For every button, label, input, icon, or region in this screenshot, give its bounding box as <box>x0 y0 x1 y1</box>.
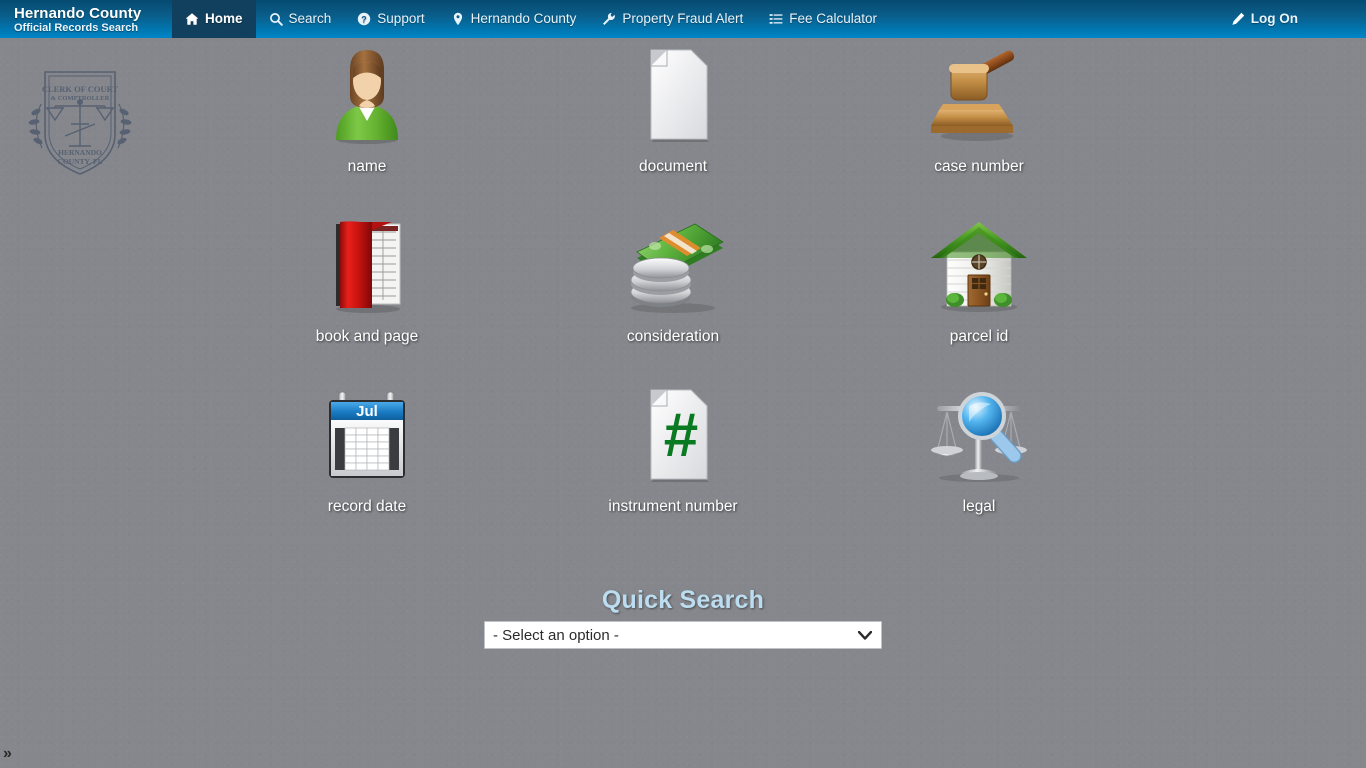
hash-document-icon: # <box>633 378 713 484</box>
nav-item-search-label: Search <box>288 11 332 26</box>
brand-title: Hernando County <box>14 4 142 22</box>
quick-search-select-wrapper: - Select an option - <box>484 621 882 649</box>
search-tile-record-date[interactable]: Jul record date <box>214 378 520 548</box>
search-tile-parcel-id-label: parcel id <box>949 328 1009 345</box>
search-tile-name[interactable]: name <box>214 38 520 208</box>
home-icon <box>185 12 199 26</box>
search-tile-document[interactable]: document <box>520 38 826 208</box>
gavel-icon <box>929 38 1029 144</box>
nav-item-support-label: Support <box>377 11 425 26</box>
nav-item-list: Home Search ? Support Hernando County Pr… <box>172 0 1366 38</box>
calendar-icon: Jul <box>321 378 413 484</box>
quick-search-title: Quick Search <box>601 586 765 614</box>
log-on-label: Log On <box>1250 11 1298 26</box>
search-tile-parcel-id[interactable]: parcel id <box>826 208 1132 378</box>
search-tile-row: book and page consideration parcel id <box>0 208 1366 378</box>
search-tile-legal-label: legal <box>962 498 996 515</box>
document-page-icon <box>633 38 713 144</box>
red-book-icon <box>324 208 410 314</box>
quick-search-select[interactable]: - Select an option - <box>484 621 882 649</box>
money-coins-icon <box>619 208 727 314</box>
footer-expand-chevron[interactable]: » <box>3 746 12 762</box>
nav-right-group: Log On <box>1218 0 1366 38</box>
grid-spacer <box>0 208 214 378</box>
brand-subtitle: Official Records Search <box>14 21 139 34</box>
brand-logo[interactable]: Hernando County Official Records Search <box>0 0 172 38</box>
top-navigation-bar: Hernando County Official Records Search … <box>0 0 1366 38</box>
nav-item-home[interactable]: Home <box>172 0 256 38</box>
search-tile-name-label: name <box>347 158 387 175</box>
wrench-icon <box>602 12 616 26</box>
search-tile-record-date-label: record date <box>327 498 407 515</box>
search-tile-consideration-label: consideration <box>626 328 720 345</box>
nav-item-fee-calculator-label: Fee Calculator <box>789 11 878 26</box>
grid-spacer <box>0 38 214 208</box>
scales-magnifier-icon <box>925 378 1033 484</box>
search-tile-instrument-number-label: instrument number <box>608 498 738 515</box>
list-icon <box>769 12 783 26</box>
search-tile-row: name document case number <box>0 38 1366 208</box>
nav-item-hernando-county-label: Hernando County <box>470 11 577 26</box>
grid-spacer <box>0 378 214 548</box>
search-tile-consideration[interactable]: consideration <box>520 208 826 378</box>
log-on-button[interactable]: Log On <box>1218 0 1311 38</box>
pencil-icon <box>1231 12 1245 26</box>
nav-item-fee-calculator[interactable]: Fee Calculator <box>756 0 890 38</box>
nav-item-property-fraud-alert-label: Property Fraud Alert <box>622 11 744 26</box>
search-tile-book-and-page-label: book and page <box>315 328 419 345</box>
quick-search-section: Quick Search - Select an option - <box>0 585 1366 649</box>
search-tile-case-number[interactable]: case number <box>826 38 1132 208</box>
hash-symbol: # <box>664 401 698 470</box>
search-tile-grid: name document case number book and page … <box>0 38 1366 548</box>
search-icon <box>269 12 283 26</box>
search-tile-legal[interactable]: legal <box>826 378 1132 548</box>
house-icon <box>927 208 1031 314</box>
nav-item-property-fraud-alert[interactable]: Property Fraud Alert <box>589 0 756 38</box>
search-tile-case-number-label: case number <box>934 158 1024 175</box>
nav-item-home-label: Home <box>205 11 243 26</box>
map-marker-icon <box>451 12 465 26</box>
svg-text:?: ? <box>362 14 368 24</box>
search-tile-row: Jul record date # instrument number lega… <box>0 378 1366 548</box>
search-tile-book-and-page[interactable]: book and page <box>214 208 520 378</box>
calendar-month-label: Jul <box>356 403 378 420</box>
person-icon <box>328 38 406 144</box>
nav-item-hernando-county[interactable]: Hernando County <box>438 0 590 38</box>
question-circle-icon: ? <box>357 12 371 26</box>
search-tile-document-label: document <box>638 158 708 175</box>
search-tile-instrument-number[interactable]: # instrument number <box>520 378 826 548</box>
nav-item-search[interactable]: Search <box>256 0 345 38</box>
nav-item-support[interactable]: ? Support <box>344 0 437 38</box>
